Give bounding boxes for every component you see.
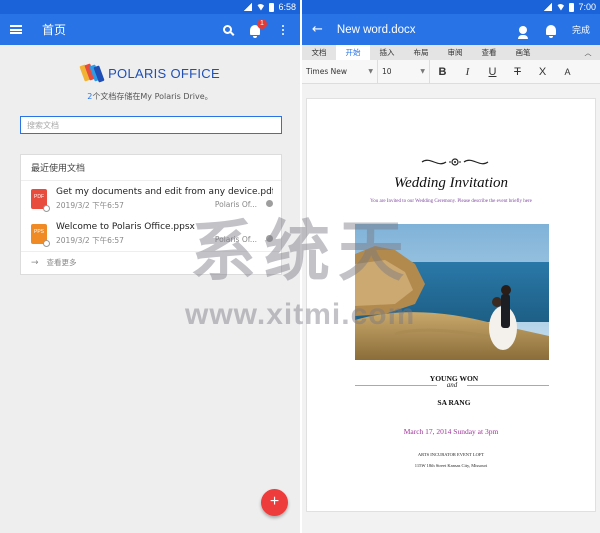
superscript-button[interactable]: X: [530, 60, 555, 84]
page-title: 首页: [42, 23, 67, 37]
polaris-logo: POLARIS OFFICE: [0, 63, 300, 83]
and-word: and: [437, 381, 467, 389]
cloud-status-icon: [43, 240, 50, 247]
wifi-icon: [556, 3, 566, 11]
add-person-icon: [517, 25, 528, 39]
info-icon[interactable]: [266, 235, 273, 242]
text-shading-button[interactable]: A: [555, 60, 580, 84]
caret-down-icon: ▼: [368, 68, 373, 75]
menu-icon[interactable]: [10, 25, 22, 34]
screenshot-stage: 6:58 首页 1 POLARIS OFFICE 2个文档存储在My Polar…: [0, 0, 600, 533]
notifications-button[interactable]: 1: [248, 18, 267, 38]
back-arrow-icon[interactable]: ←: [312, 22, 323, 37]
document-title: New word.docx: [336, 23, 416, 36]
polaris-logo-icon: [79, 63, 105, 83]
bride-name: SA RANG: [437, 398, 471, 407]
caret-down-icon: ▼: [420, 68, 425, 75]
editor-screen: 7:00 ← New word.docx 完成 文档 开始 插入 布局 审阅 查…: [302, 0, 600, 533]
search-input[interactable]: 搜索文档: [20, 116, 282, 134]
recent-documents-card: 最近使用文档 PDF Get my documents and edit fro…: [20, 154, 282, 275]
tab-pen[interactable]: 画笔: [506, 45, 540, 60]
file-name: Welcome to Polaris Office.ppsx: [56, 222, 195, 232]
signal-icon: [244, 3, 253, 11]
search-icon: [222, 25, 232, 34]
overflow-menu-button[interactable]: [276, 23, 290, 37]
collapse-ribbon-icon[interactable]: ︿: [576, 45, 600, 60]
drive-info-text: 个文档存储在My Polaris Drive。: [92, 92, 213, 101]
event-address: 115W 18th Street Kansas City, Missouri: [414, 463, 488, 468]
status-time: 7:00: [578, 2, 596, 12]
battery-icon: [269, 2, 275, 12]
search-button[interactable]: [220, 23, 234, 37]
font-family-value: Times New: [306, 67, 348, 76]
add-document-button[interactable]: +: [261, 489, 288, 516]
pdf-file-icon: PDF: [31, 189, 50, 212]
invitation-title: Wedding Invitation: [393, 175, 509, 191]
editor-app-bar: ← New word.docx 完成: [302, 14, 600, 45]
list-item[interactable]: PPS Welcome to Polaris Office.ppsx 2019/…: [21, 216, 281, 251]
strikethrough-button[interactable]: T: [505, 60, 530, 84]
wedding-photo: [355, 224, 549, 360]
home-screen: 6:58 首页 1 POLARIS OFFICE 2个文档存储在My Polar…: [0, 0, 300, 533]
format-toolbar: Times New ▼ 10 ▼ B I U T X A: [302, 59, 600, 84]
arrow-right-icon: →: [31, 257, 39, 268]
battery-icon: [569, 2, 575, 12]
done-button[interactable]: 完成: [572, 23, 590, 36]
file-date: 2019/3/2 下午6:57: [56, 201, 124, 210]
tab-layout[interactable]: 布局: [404, 45, 438, 60]
status-bar: 7:00: [302, 0, 600, 14]
event-venue: ARTS INCUBATOR EVENT LOFT: [417, 452, 485, 457]
bell-icon: [545, 24, 556, 38]
bold-button[interactable]: B: [430, 60, 455, 84]
share-button[interactable]: [516, 23, 530, 39]
more-vert-icon: [282, 24, 284, 35]
home-app-bar: 首页 1: [0, 14, 300, 45]
ppsx-file-icon: PPS: [31, 224, 50, 247]
recent-heading: 最近使用文档: [21, 155, 281, 181]
ornament-divider-icon: [421, 158, 489, 166]
logo-text: POLARIS OFFICE: [108, 65, 220, 81]
underline-button[interactable]: U: [480, 60, 505, 84]
tab-insert[interactable]: 插入: [370, 45, 404, 60]
font-size-value: 10: [382, 67, 392, 76]
file-location: Polaris Of...: [214, 235, 257, 244]
tab-home[interactable]: 开始: [336, 45, 370, 60]
drive-info: 2个文档存储在My Polaris Drive。: [0, 91, 300, 102]
ribbon-tabs: 文档 开始 插入 布局 审阅 查看 画笔 ︿: [302, 45, 600, 60]
search-placeholder: 搜索文档: [27, 120, 59, 130]
cloud-status-icon: [43, 205, 50, 212]
wifi-icon: [256, 3, 266, 11]
info-icon[interactable]: [266, 200, 273, 207]
see-more-link[interactable]: → 查看更多: [21, 251, 281, 274]
list-item[interactable]: PDF Get my documents and edit from any d…: [21, 181, 281, 216]
tab-document[interactable]: 文档: [302, 45, 336, 60]
italic-button[interactable]: I: [455, 60, 480, 84]
signal-icon: [544, 3, 553, 11]
notifications-button[interactable]: [544, 23, 558, 38]
font-family-select[interactable]: Times New ▼: [302, 59, 378, 84]
event-date: March 17, 2014 Sunday at 3pm: [403, 427, 499, 436]
file-type-label: PPS: [33, 229, 44, 235]
status-time: 6:58: [278, 2, 296, 12]
file-name: Get my documents and edit from any devic…: [56, 187, 273, 197]
notification-badge: 1: [257, 18, 267, 29]
font-size-select[interactable]: 10 ▼: [378, 59, 430, 84]
see-more-label: 查看更多: [46, 258, 77, 267]
file-type-label: PDF: [34, 194, 44, 200]
file-date: 2019/3/2 下午6:57: [56, 236, 124, 245]
status-bar: 6:58: [0, 0, 300, 14]
document-page[interactable]: Wedding Invitation You are Invited to ou…: [306, 98, 596, 512]
tab-view[interactable]: 查看: [472, 45, 506, 60]
invitation-subtitle: You are Invited to our Wedding Ceremony.…: [370, 199, 532, 204]
tab-review[interactable]: 审阅: [438, 45, 472, 60]
file-location: Polaris Of...: [214, 200, 257, 209]
